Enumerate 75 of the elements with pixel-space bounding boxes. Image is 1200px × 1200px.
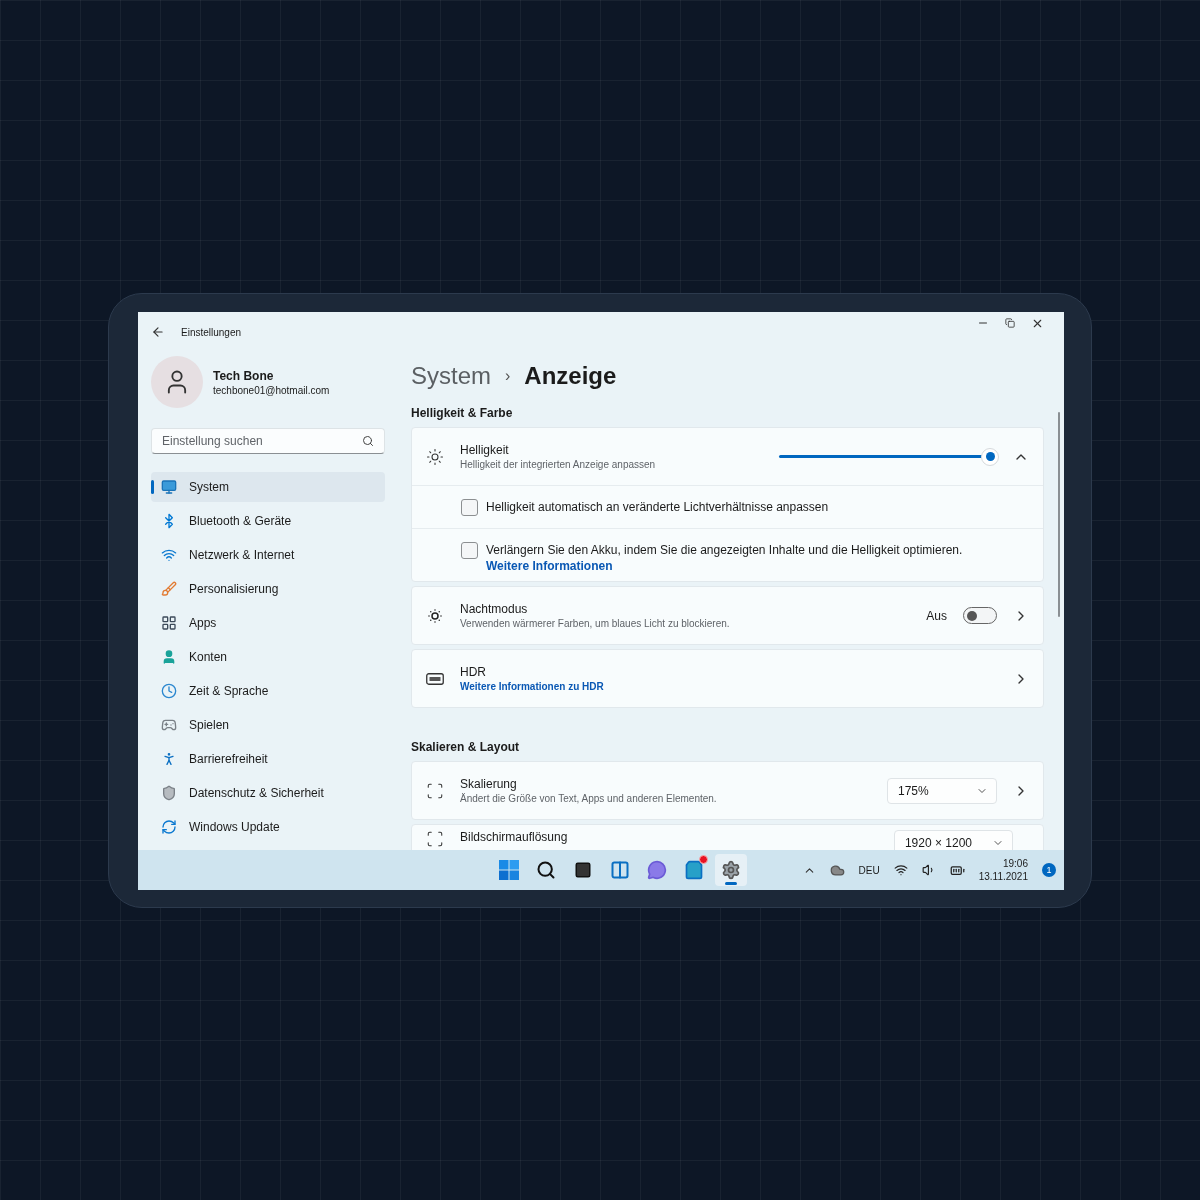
slider-thumb[interactable]: [981, 447, 1000, 466]
scrollbar[interactable]: [1058, 412, 1060, 617]
dropdown[interactable]: 175%: [887, 777, 997, 804]
dropdown[interactable]: 1920 × 1200: [893, 830, 1013, 850]
setting-description: Verwenden wärmerer Farben, um blaues Licht zu blockieren.: [460, 618, 730, 629]
back-arrow-icon: [151, 325, 165, 339]
nav-item[interactable]: Apps: [151, 608, 385, 638]
page-title: Anzeige: [524, 362, 617, 390]
setting-title: Skalierung: [460, 777, 518, 791]
person-icon: [161, 649, 177, 665]
avatar: [151, 356, 203, 408]
hdr-icon: [426, 672, 444, 685]
search-icon: [536, 860, 557, 880]
section-title: Skalieren & Layout: [411, 740, 521, 754]
nav-item[interactable]: System: [151, 472, 385, 502]
update-icon: [161, 819, 177, 835]
nav-item[interactable]: Datenschutz & Sicherheit: [151, 778, 385, 808]
nav-item[interactable]: Spielen: [151, 710, 385, 740]
nav-item[interactable]: Zeit & Sprache: [151, 676, 385, 706]
setting-description: Ändert die Größe von Text, Apps und anderen Elementen.: [460, 793, 717, 804]
setting-description: Helligkeit der integrierten Anzeige anpassen: [460, 459, 656, 470]
checkbox[interactable]: [461, 499, 478, 516]
gamepad-icon: [161, 717, 177, 733]
clock-date[interactable]: 13.11.2021: [978, 871, 1028, 882]
chat-icon: [647, 860, 668, 880]
checkbox-label: Helligkeit automatisch an veränderte Lichtverhältnisse anpassen: [486, 499, 829, 515]
task-view-icon: [574, 861, 593, 879]
cloud-icon: [829, 862, 845, 878]
user-email: techbone01@hotmail.com: [213, 384, 330, 396]
setting-title: Bildschirmauflösung: [460, 830, 568, 844]
search-input[interactable]: Einstellung suchen: [162, 434, 362, 448]
shield-icon: [161, 785, 177, 801]
store-icon: [684, 860, 705, 880]
breadcrumb-parent[interactable]: System: [411, 362, 491, 390]
nav-item[interactable]: Konten: [151, 642, 385, 672]
search-field[interactable]: Einstellung suchen: [151, 428, 385, 454]
brightness-slider[interactable]: [779, 447, 997, 466]
clock-time[interactable]: 19:06: [1002, 858, 1028, 869]
notification-count[interactable]: 1: [1042, 863, 1056, 877]
clock-icon: [161, 683, 177, 699]
checkbox-label: Verlängern Sie den Akku, indem Sie die angezeigten Inhalte und die Helligkeit optimieren. Weitere Informationen: [486, 542, 964, 574]
nav-item[interactable]: Windows Update: [151, 812, 385, 842]
wifi-icon: [893, 863, 908, 877]
wifi-icon: [161, 547, 177, 563]
toggle-state-label: Aus: [926, 608, 947, 623]
night-light-icon: [426, 606, 444, 625]
setting-title: Helligkeit: [460, 443, 510, 457]
user-name: Tech Bone: [213, 368, 275, 383]
hdr-info-link[interactable]: Weitere Informationen zu HDR: [460, 681, 604, 692]
setting-title: Nachtmodus: [460, 602, 529, 616]
gear-icon: [721, 860, 742, 880]
window-title: Einstellungen: [181, 326, 242, 338]
search-icon: [362, 435, 374, 447]
taskbar-app[interactable]: [715, 854, 748, 886]
sun-icon: [426, 447, 444, 466]
apps-icon: [161, 615, 177, 631]
setting-title: HDR: [460, 665, 487, 679]
windows-logo-icon[interactable]: [499, 860, 520, 880]
scale-icon: [426, 781, 444, 800]
nav-item[interactable]: Netzwerk & Internet: [151, 540, 385, 570]
section-title: Helligkeit & Farbe: [411, 406, 514, 420]
widgets-icon: [610, 860, 631, 880]
checkbox[interactable]: [461, 542, 478, 559]
display-icon: [161, 479, 177, 495]
breadcrumb-separator: ›: [505, 367, 511, 385]
brush-icon: [161, 581, 177, 597]
accessibility-icon: [161, 751, 177, 767]
info-link[interactable]: Weitere Informationen: [486, 559, 613, 573]
resolution-icon: [426, 830, 444, 848]
nav-item[interactable]: Barrierefreiheit: [151, 744, 385, 774]
nav-item[interactable]: Bluetooth & Geräte: [151, 506, 385, 536]
nav-item[interactable]: Personalisierung: [151, 574, 385, 604]
toggle-switch[interactable]: [963, 607, 997, 624]
language-indicator[interactable]: DEU: [858, 864, 880, 876]
restore-icon: [1005, 318, 1015, 328]
